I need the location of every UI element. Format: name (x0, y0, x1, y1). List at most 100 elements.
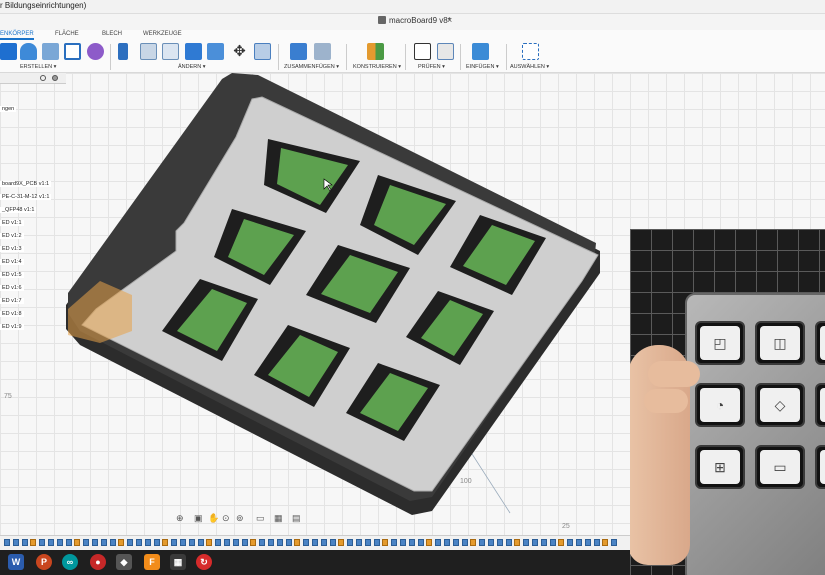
timeline-feature-icon[interactable] (180, 539, 186, 546)
timeline-feature-icon[interactable] (206, 539, 213, 546)
browser-item[interactable]: ED v1:6 (0, 285, 24, 291)
timeline-feature-icon[interactable] (444, 539, 450, 546)
timeline-feature-icon[interactable] (602, 539, 609, 546)
browser-item[interactable]: _QFP48 v1:1 (0, 207, 37, 213)
timeline-feature-icon[interactable] (100, 539, 107, 546)
group-zusammenfuegen[interactable]: ZUSAMMENFÜGEN ▾ (284, 64, 339, 70)
section-analysis-icon[interactable] (437, 43, 454, 60)
arduino-icon[interactable]: ∞ (62, 554, 78, 570)
timeline-feature-icon[interactable] (136, 539, 142, 546)
timeline-feature-icon[interactable] (320, 539, 327, 546)
timeline-feature-icon[interactable] (303, 539, 310, 546)
offset-plane-icon[interactable] (367, 43, 384, 60)
group-auswaehlen[interactable]: AUSWÄHLEN ▾ (510, 64, 549, 70)
tab-blech[interactable]: BLECH (102, 31, 122, 37)
timeline-feature-icon[interactable] (276, 539, 283, 546)
sweep-icon[interactable] (64, 43, 81, 60)
timeline-feature-icon[interactable] (250, 539, 257, 546)
browser-item[interactable]: ED v1:8 (0, 311, 24, 317)
timeline-feature-icon[interactable] (558, 539, 565, 546)
timeline-feature-icon[interactable] (285, 539, 292, 546)
timeline-feature-icon[interactable] (329, 539, 336, 546)
app-icon[interactable]: ◆ (116, 554, 132, 570)
timeline-feature-icon[interactable] (39, 539, 46, 546)
timeline-feature-icon[interactable] (241, 539, 248, 546)
form-icon[interactable] (87, 43, 104, 60)
timeline-feature-icon[interactable] (56, 539, 63, 546)
timeline-feature-icon[interactable] (312, 539, 318, 546)
timeline-feature-icon[interactable] (197, 539, 204, 546)
timeline-feature-icon[interactable] (74, 539, 81, 546)
timeline-feature-icon[interactable] (470, 539, 477, 546)
fillet-icon[interactable] (140, 43, 157, 60)
new-joint-icon[interactable] (290, 43, 307, 60)
word-icon[interactable]: W (8, 554, 24, 570)
app-icon[interactable]: ● (90, 554, 106, 570)
extrude-icon[interactable] (20, 43, 37, 60)
timeline-feature-icon[interactable] (162, 539, 169, 546)
fusion-icon[interactable]: F (144, 554, 160, 570)
timeline-feature-icon[interactable] (382, 539, 389, 546)
timeline-feature-icon[interactable] (224, 539, 230, 546)
timeline-feature-icon[interactable] (294, 539, 301, 546)
timeline-feature-icon[interactable] (118, 539, 125, 546)
timeline-feature-icon[interactable] (338, 539, 345, 546)
timeline-feature-icon[interactable] (268, 539, 274, 546)
timeline-feature-icon[interactable] (48, 539, 54, 546)
zoom-icon[interactable]: ⊙ (222, 513, 230, 524)
timeline-feature-icon[interactable] (408, 539, 415, 546)
tab-werkzeuge[interactable]: WERKZEUGE (143, 31, 182, 37)
press-pull-icon[interactable] (118, 43, 128, 60)
browser-item[interactable]: PE-C-31-M-12 v1:1 (0, 194, 52, 200)
shell-icon[interactable] (162, 43, 179, 60)
timeline-feature-icon[interactable] (12, 539, 19, 546)
timeline-feature-icon[interactable] (347, 539, 354, 546)
timeline-feature-icon[interactable] (488, 539, 494, 546)
group-erstellen[interactable]: ERSTELLEN ▾ (20, 64, 56, 70)
measure-icon[interactable] (414, 43, 431, 60)
timeline-feature-icon[interactable] (30, 539, 37, 546)
timeline-feature-icon[interactable] (567, 539, 574, 546)
display-settings-icon[interactable]: ▭ (256, 513, 265, 524)
timeline-feature-icon[interactable] (549, 539, 556, 546)
viewports-icon[interactable]: ▤ (292, 513, 301, 524)
document-tab[interactable]: macroBoard9 v8* (378, 16, 451, 25)
timeline-feature-icon[interactable] (576, 539, 582, 546)
timeline-feature-icon[interactable] (21, 539, 28, 546)
timeline-feature-icon[interactable] (215, 539, 222, 546)
timeline-feature-icon[interactable] (171, 539, 178, 546)
tab-volumenkoerper[interactable]: ENKÖRPER (0, 31, 34, 40)
timeline-feature-icon[interactable] (144, 539, 151, 546)
grid-app-icon[interactable]: ▦ (170, 554, 186, 570)
timeline-feature-icon[interactable] (83, 539, 90, 546)
group-einfuegen[interactable]: EINFÜGEN ▾ (466, 64, 499, 70)
select-icon[interactable] (522, 43, 539, 60)
timeline-feature-icon[interactable] (523, 539, 530, 546)
timeline-feature-icon[interactable] (4, 539, 10, 546)
browser-item[interactable]: ED v1:9 (0, 324, 24, 330)
timeline-feature-icon[interactable] (426, 539, 433, 546)
group-konstruieren[interactable]: KONSTRUIEREN ▾ (353, 64, 401, 70)
browser-item[interactable]: ED v1:5 (0, 272, 24, 278)
pan-icon[interactable]: ✋ (208, 513, 219, 524)
timeline-feature-icon[interactable] (391, 539, 398, 546)
visibility-icon[interactable] (40, 75, 46, 81)
timeline-feature-icon[interactable] (92, 539, 98, 546)
look-at-icon[interactable]: ▣ (194, 513, 203, 524)
timeline-feature-icon[interactable] (532, 539, 538, 546)
timeline-feature-icon[interactable] (127, 539, 134, 546)
split-icon[interactable] (207, 43, 224, 60)
revolve-icon[interactable] (42, 43, 59, 60)
timeline-feature-icon[interactable] (452, 539, 459, 546)
timeline-feature-icon[interactable] (514, 539, 521, 546)
browser-item[interactable]: ED v1:2 (0, 233, 24, 239)
timeline-feature-icon[interactable] (435, 539, 442, 546)
timeline-feature-icon[interactable] (479, 539, 486, 546)
as-built-joint-icon[interactable] (314, 43, 331, 60)
timeline-feature-icon[interactable] (109, 539, 116, 546)
browser-item[interactable]: ED v1:1 (0, 220, 24, 226)
tab-flaeche[interactable]: FLÄCHE (55, 31, 79, 37)
timeline-feature-icon[interactable] (584, 539, 591, 546)
browser-item[interactable]: ED v1:4 (0, 259, 24, 265)
insert-image-icon[interactable] (472, 43, 489, 60)
